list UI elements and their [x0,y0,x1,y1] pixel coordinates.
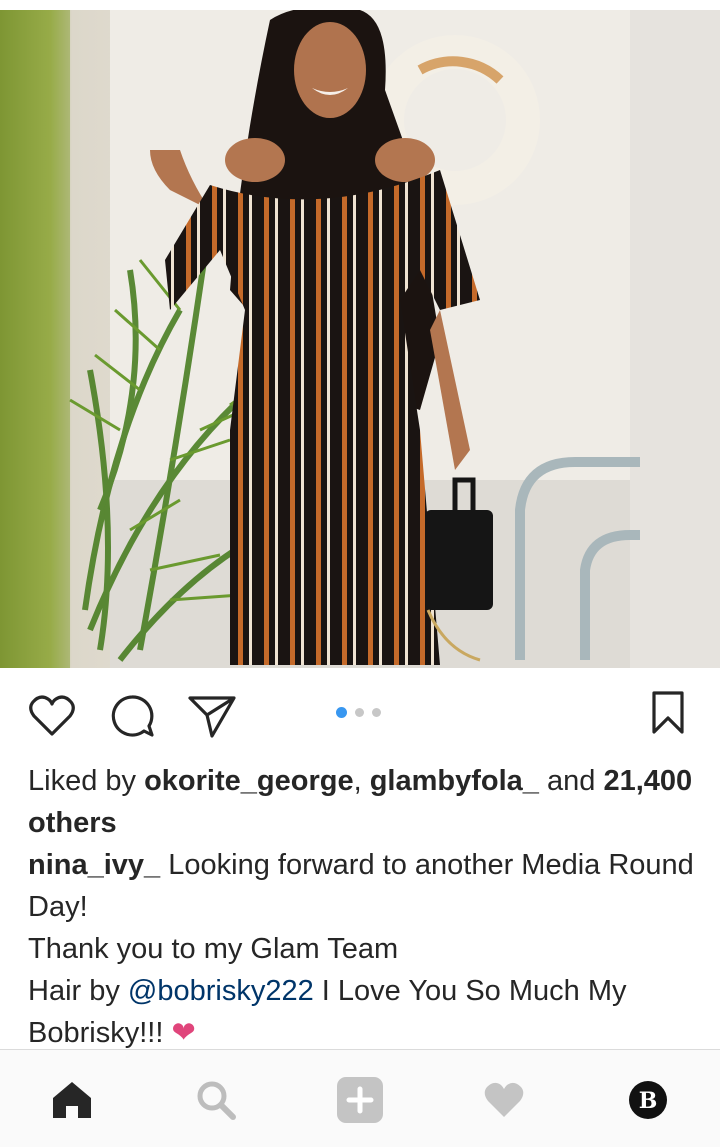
avatar-icon: B [629,1081,667,1119]
mention-link[interactable]: @bobrisky222 [128,975,314,1007]
nav-activity[interactable] [474,1070,534,1130]
liker-username-1[interactable]: okorite_george [144,765,354,797]
paper-plane-icon[interactable] [186,693,238,739]
likes-separator: , [353,765,362,797]
post-caption-area: Liked by okorite_george, glambyfola_ and… [28,760,700,1054]
status-spacer [0,0,720,10]
home-icon [53,1082,91,1118]
post-photo-illustration [0,10,720,668]
caption-line-2: Thank you to my Glam Team [28,933,399,965]
post-image[interactable] [0,10,720,668]
caption-hair-prefix: Hair by [28,975,120,1007]
nav-new-post[interactable] [330,1070,390,1130]
bookmark-icon[interactable] [650,690,686,736]
heart-icon [484,1082,524,1117]
caption-line-1: nina_ivy_ Looking forward to another Med… [28,844,700,928]
nav-home[interactable] [42,1070,102,1130]
likes-conjunction: and [546,765,596,797]
caption-line-3: Hair by @bobrisky222 I Love You So Much … [28,970,700,1054]
bottom-navigation: B [0,1049,720,1147]
likes-line: Liked by okorite_george, glambyfola_ and… [28,760,700,844]
carousel-dot [355,708,364,717]
liker-username-2[interactable]: glambyfola_ [370,765,539,797]
comment-bubble-icon[interactable] [108,693,156,739]
plus-square-icon [337,1077,383,1123]
carousel-indicator [336,707,381,718]
search-icon [197,1081,236,1120]
carousel-dot [372,708,381,717]
nav-search[interactable] [186,1070,246,1130]
avatar-letter: B [639,1088,658,1114]
heart-emoji-icon: ❤ [171,1017,196,1049]
carousel-dot-active [336,707,347,718]
author-username[interactable]: nina_ivy_ [28,849,160,881]
heart-outline-icon[interactable] [28,694,76,738]
nav-profile[interactable]: B [618,1070,678,1130]
likes-prefix: Liked by [28,765,137,797]
